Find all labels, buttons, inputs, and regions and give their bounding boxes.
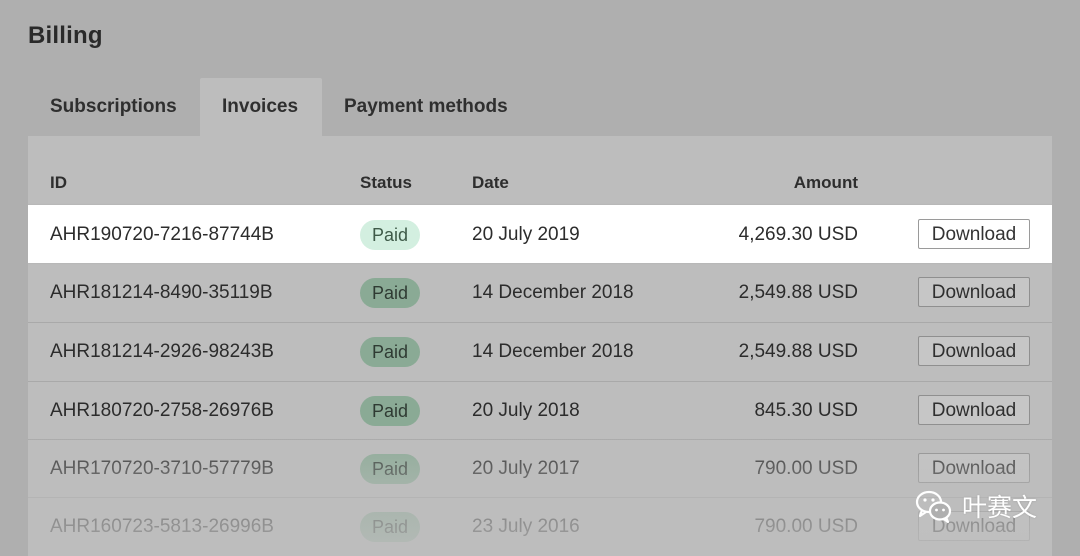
invoice-date: 20 July 2018	[472, 400, 580, 421]
table-row: AHR181214-8490-35119B Paid 14 December 2…	[28, 264, 1052, 321]
wechat-icon	[915, 490, 952, 524]
page-title: Billing	[28, 22, 103, 49]
watermark: 叶赛文	[914, 486, 1037, 526]
invoice-date: 14 December 2018	[472, 341, 634, 362]
invoice-date: 23 July 2016	[472, 516, 580, 537]
invoice-date: 20 July 2019	[472, 224, 580, 245]
tab-invoices[interactable]: Invoices	[200, 78, 322, 136]
invoice-id: AHR190720-7216-87744B	[50, 224, 274, 245]
table-header: ID Status Date Amount	[28, 136, 1052, 206]
download-button[interactable]: Download	[918, 453, 1030, 483]
table-row: AHR190720-7216-87744B Paid 20 July 2019 …	[28, 205, 1052, 263]
column-header-id: ID	[50, 173, 67, 192]
invoice-date: 14 December 2018	[472, 282, 634, 303]
status-badge: Paid	[360, 337, 421, 367]
invoice-amount: 2,549.88 USD	[738, 282, 858, 303]
invoice-amount: 2,549.88 USD	[738, 341, 858, 362]
watermark-text: 叶赛文	[962, 493, 1038, 522]
invoice-date: 20 July 2017	[472, 458, 580, 479]
status-badge: Paid	[360, 220, 421, 250]
download-button[interactable]: Download	[918, 336, 1030, 366]
column-header-amount: Amount	[793, 173, 858, 192]
invoice-id: AHR180720-2758-26976B	[50, 400, 274, 421]
status-badge: Paid	[360, 396, 421, 426]
invoice-id: AHR160723-5813-26996B	[50, 516, 274, 537]
invoice-id: AHR181214-8490-35119B	[50, 282, 273, 303]
table-row: AHR181214-2926-98243B Paid 14 December 2…	[28, 322, 1052, 380]
status-badge: Paid	[360, 512, 421, 542]
tab-subscriptions[interactable]: Subscriptions	[28, 78, 200, 136]
billing-tabs: Subscriptions Invoices Payment methods	[28, 78, 508, 136]
download-button[interactable]: Download	[918, 219, 1030, 249]
invoice-id: AHR170720-3710-57779B	[50, 458, 274, 479]
download-button[interactable]: Download	[918, 395, 1030, 425]
invoice-amount: 4,269.30 USD	[738, 224, 858, 245]
invoice-id: AHR181214-2926-98243B	[50, 341, 274, 362]
tab-payment-methods[interactable]: Payment methods	[322, 78, 508, 136]
invoice-amount: 790.00 USD	[754, 458, 858, 479]
status-badge: Paid	[360, 454, 421, 484]
table-row: AHR160723-5813-26996B Paid 23 July 2016 …	[28, 497, 1052, 555]
column-header-status: Status	[360, 173, 412, 192]
status-badge: Paid	[360, 278, 421, 308]
download-button[interactable]: Download	[918, 277, 1030, 307]
column-header-date: Date	[472, 173, 509, 192]
table-row: AHR170720-3710-57779B Paid 20 July 2017 …	[28, 439, 1052, 497]
invoice-amount: 845.30 USD	[754, 400, 858, 421]
invoice-amount: 790.00 USD	[754, 516, 858, 537]
table-row: AHR180720-2758-26976B Paid 20 July 2018 …	[28, 381, 1052, 439]
invoices-table: ID Status Date Amount AHR190720-7216-877…	[28, 136, 1052, 556]
